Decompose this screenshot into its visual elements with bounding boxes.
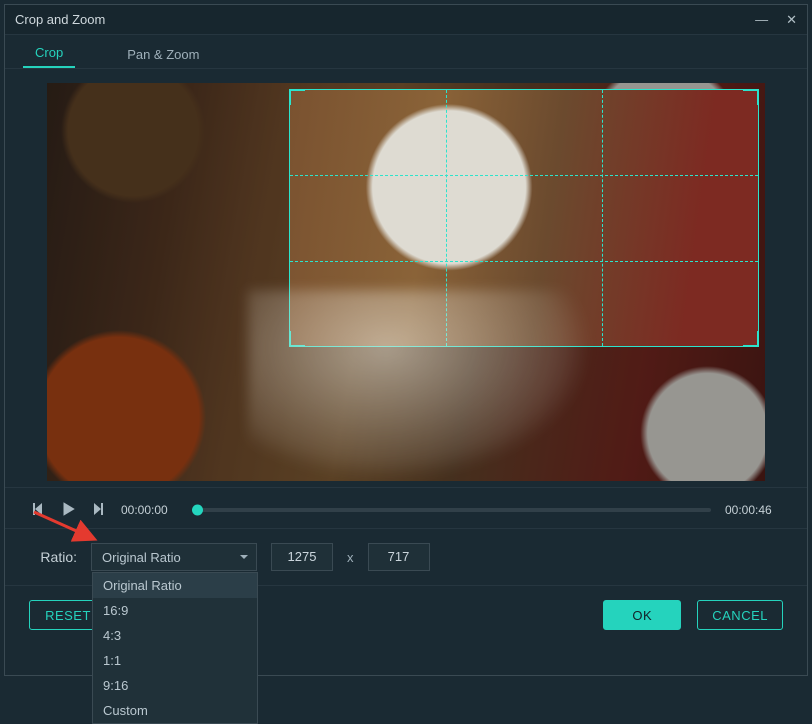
preview-area	[29, 83, 783, 481]
minimize-button[interactable]: —	[755, 12, 768, 28]
timeline-slider[interactable]	[193, 508, 711, 512]
ratio-option-9-16[interactable]: 9:16	[93, 673, 257, 698]
tab-pan-zoom[interactable]: Pan & Zoom	[115, 39, 211, 68]
crop-bright-region	[290, 90, 758, 346]
prev-frame-icon[interactable]	[29, 501, 45, 520]
ratio-dropdown: Original Ratio 16:9 4:3 1:1 9:16 Custom	[92, 572, 258, 724]
cancel-button[interactable]: CANCEL	[697, 600, 783, 630]
window-title: Crop and Zoom	[15, 12, 105, 27]
crop-grid-line	[290, 261, 758, 262]
timecode-total: 00:00:46	[725, 503, 783, 517]
ratio-option-16-9[interactable]: 16:9	[93, 598, 257, 623]
crop-handle-bl[interactable]	[289, 331, 305, 347]
crop-grid-line	[290, 175, 758, 176]
crop-handle-tl[interactable]	[289, 89, 305, 105]
timecode-current: 00:00:00	[121, 503, 179, 517]
ratio-option-1-1[interactable]: 1:1	[93, 648, 257, 673]
ok-button[interactable]: OK	[603, 600, 681, 630]
tab-strip: Crop Pan & Zoom	[5, 35, 807, 69]
crop-handle-tr[interactable]	[743, 89, 759, 105]
ratio-label: Ratio:	[29, 549, 77, 565]
ratio-selected-value: Original Ratio	[102, 550, 181, 565]
crop-grid-line	[602, 90, 603, 346]
timeline-knob[interactable]	[192, 505, 203, 516]
close-button[interactable]: ✕	[786, 12, 797, 28]
height-input[interactable]: 717	[368, 543, 430, 571]
chevron-down-icon	[238, 551, 250, 563]
crop-rectangle[interactable]	[289, 89, 759, 347]
tab-crop[interactable]: Crop	[23, 37, 75, 68]
next-frame-icon[interactable]	[91, 501, 107, 520]
width-input[interactable]: 1275	[271, 543, 333, 571]
ratio-option-4-3[interactable]: 4:3	[93, 623, 257, 648]
ratio-option-custom[interactable]: Custom	[93, 698, 257, 723]
ratio-select[interactable]: Original Ratio Original Ratio 16:9 4:3 1…	[91, 543, 257, 571]
ratio-option-original[interactable]: Original Ratio	[93, 573, 257, 598]
crop-grid-line	[446, 90, 447, 346]
titlebar: Crop and Zoom — ✕	[5, 5, 807, 35]
crop-handle-br[interactable]	[743, 331, 759, 347]
video-preview[interactable]	[47, 83, 765, 481]
options-row: Ratio: Original Ratio Original Ratio 16:…	[5, 529, 807, 575]
crop-zoom-window: Crop and Zoom — ✕ Crop Pan & Zoom	[4, 4, 808, 676]
size-separator: x	[347, 550, 354, 565]
play-icon[interactable]	[59, 500, 77, 521]
transport-bar: 00:00:00 00:00:46	[5, 487, 807, 529]
